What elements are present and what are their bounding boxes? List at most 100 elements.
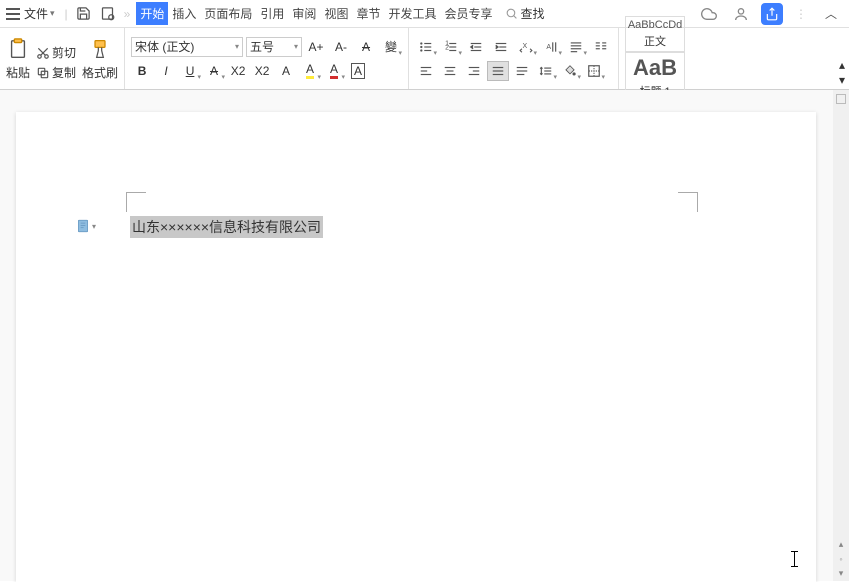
bullet-list-button[interactable]: ▾ [415,37,437,57]
paste-icon [7,36,29,62]
tab-view[interactable]: 视图 [320,2,352,25]
print-preview-icon[interactable] [99,5,117,23]
paragraph-group: ▾ 12▾ X▾ A▾ ▾ ▾ ▾ ▾ [409,28,619,89]
tab-dev[interactable]: 开发工具 [384,2,440,25]
chevron-down-icon: ▾ [50,8,55,19]
columns-button[interactable] [590,37,612,57]
char-border-button[interactable]: A [347,61,369,81]
phonetic-button[interactable]: 變▾ [380,37,402,57]
text-cursor [794,551,795,567]
brush-icon [90,36,110,62]
paste-button[interactable]: 粘贴 [6,36,30,81]
search-icon [505,7,518,20]
separator: » [124,7,131,21]
italic-button[interactable]: I [155,61,177,81]
menu-bar: 文件 ▾ | » 开始 插入 页面布局 引用 审阅 视图 章节 开发工具 会员专… [0,0,849,28]
shading-button[interactable]: ▾ [559,61,581,81]
superscript-button[interactable]: X2 [227,61,249,81]
style-h1-preview: AaB [633,55,677,81]
bold-button[interactable]: B [131,61,153,81]
font-color-button[interactable]: A▾ [323,61,345,81]
vertical-scrollbar[interactable]: ▴ ◦ ▾ [833,90,849,581]
margin-corner-tl [126,192,146,212]
tab-reference[interactable]: 引用 [256,2,288,25]
font-size-combo[interactable]: 五号 ▾ [246,37,302,57]
document-page[interactable]: ▾ 山东××××××信息科技有限公司 [16,112,816,582]
menu-right: ⋮ ︿ [697,3,843,25]
file-menu[interactable]: 文件 ▾ [6,5,55,22]
align-left-button[interactable] [415,61,437,81]
paste-label: 粘贴 [6,64,30,81]
tab-layout[interactable]: 页面布局 [200,2,256,25]
border-button[interactable]: ▾ [583,61,605,81]
font-name-combo[interactable]: 宋体 (正文) ▾ [131,37,243,57]
strikethrough-button[interactable]: A▾ [203,61,225,81]
font-name-value: 宋体 (正文) [135,38,194,55]
style-normal[interactable]: AaBbCcDd 正文 [625,16,685,52]
cut-label: 剪切 [52,44,76,61]
shrink-font-button[interactable]: A- [330,37,352,57]
scrollbar-top-button[interactable] [836,94,846,104]
tab-review[interactable]: 审阅 [288,2,320,25]
clear-format-button[interactable]: A [355,37,377,57]
scroll-up-icon[interactable]: ▴ [839,539,844,550]
ribbon: 粘贴 剪切 复制 格式刷 宋体 (正文) ▾ 五号 ▾ A+ A- A 變▾ B I… [0,28,849,90]
scroll-marker-icon[interactable]: ◦ [839,554,842,564]
share-button[interactable] [761,3,783,25]
subscript-button[interactable]: X2 [251,61,273,81]
svg-text:A: A [546,43,551,50]
align-distribute-button[interactable] [511,61,533,81]
ribbon-tabs: 开始 插入 页面布局 引用 审阅 视图 章节 开发工具 会员专享 [136,2,496,25]
svg-text:2: 2 [445,44,449,51]
styles-scroll[interactable]: ▴▾ [839,58,845,87]
char-scale-button[interactable]: X▾ [515,37,537,57]
cut-icon [36,46,50,60]
copy-label: 复制 [52,64,76,81]
tab-member[interactable]: 会员专享 [440,2,496,25]
copy-icon [36,66,50,80]
scroll-down-icon[interactable]: ▾ [839,568,844,579]
cloud-icon[interactable] [700,5,718,23]
chevron-down-icon: ▾ [294,42,298,51]
change-case-button[interactable]: A [275,61,297,81]
align-justify-button[interactable] [487,61,509,81]
copy-button[interactable]: 复制 [36,64,76,81]
align-center-button[interactable] [439,61,461,81]
char-fit-button[interactable]: A▾ [540,37,562,57]
save-icon[interactable] [75,5,93,23]
tab-home[interactable]: 开始 [136,2,168,25]
svg-text:X: X [523,43,528,50]
number-list-button[interactable]: 12▾ [440,37,462,57]
tab-insert[interactable]: 插入 [168,2,200,25]
font-size-value: 五号 [250,38,274,55]
font-group: 宋体 (正文)▾ 五号▾ A+ A- A 變▾ B I U▾ A▾ X2 X2 … [125,28,409,89]
file-label: 文件 [24,5,48,22]
grow-font-button[interactable]: A+ [305,37,327,57]
search-box[interactable]: 查找 [505,5,545,22]
tab-section[interactable]: 章节 [352,2,384,25]
document-canvas: ▾ 山东××××××信息科技有限公司 [0,90,849,581]
hamburger-icon [6,8,20,20]
search-placeholder: 查找 [521,5,545,22]
paragraph-options-icon[interactable]: ▾ [76,218,96,234]
indent-decrease-button[interactable] [465,37,487,57]
clipboard-group: 粘贴 剪切 复制 格式刷 [0,28,125,89]
underline-button[interactable]: U▾ [179,61,201,81]
highlight-button[interactable]: A▾ [299,61,321,81]
style-normal-label: 正文 [644,33,666,49]
chevron-down-icon: ▾ [235,42,239,51]
styles-group: AaBbCcDd 正文 AaB 标题 1 ▴▾ [619,28,691,89]
margin-corner-tr [678,192,698,212]
asian-layout-button[interactable]: ▾ [565,37,587,57]
format-painter-button[interactable]: 格式刷 [82,36,118,81]
style-normal-preview: AaBbCcDd [628,19,682,31]
align-right-button[interactable] [463,61,485,81]
selected-text[interactable]: 山东××××××信息科技有限公司 [130,216,323,238]
brush-label: 格式刷 [82,64,118,81]
chevron-down-icon: ▾ [92,222,96,231]
line-spacing-button[interactable]: ▾ [535,61,557,81]
indent-increase-button[interactable] [490,37,512,57]
collapse-ribbon-icon[interactable]: ︿ [822,5,840,23]
user-icon[interactable] [732,5,750,23]
cut-button[interactable]: 剪切 [36,44,76,61]
